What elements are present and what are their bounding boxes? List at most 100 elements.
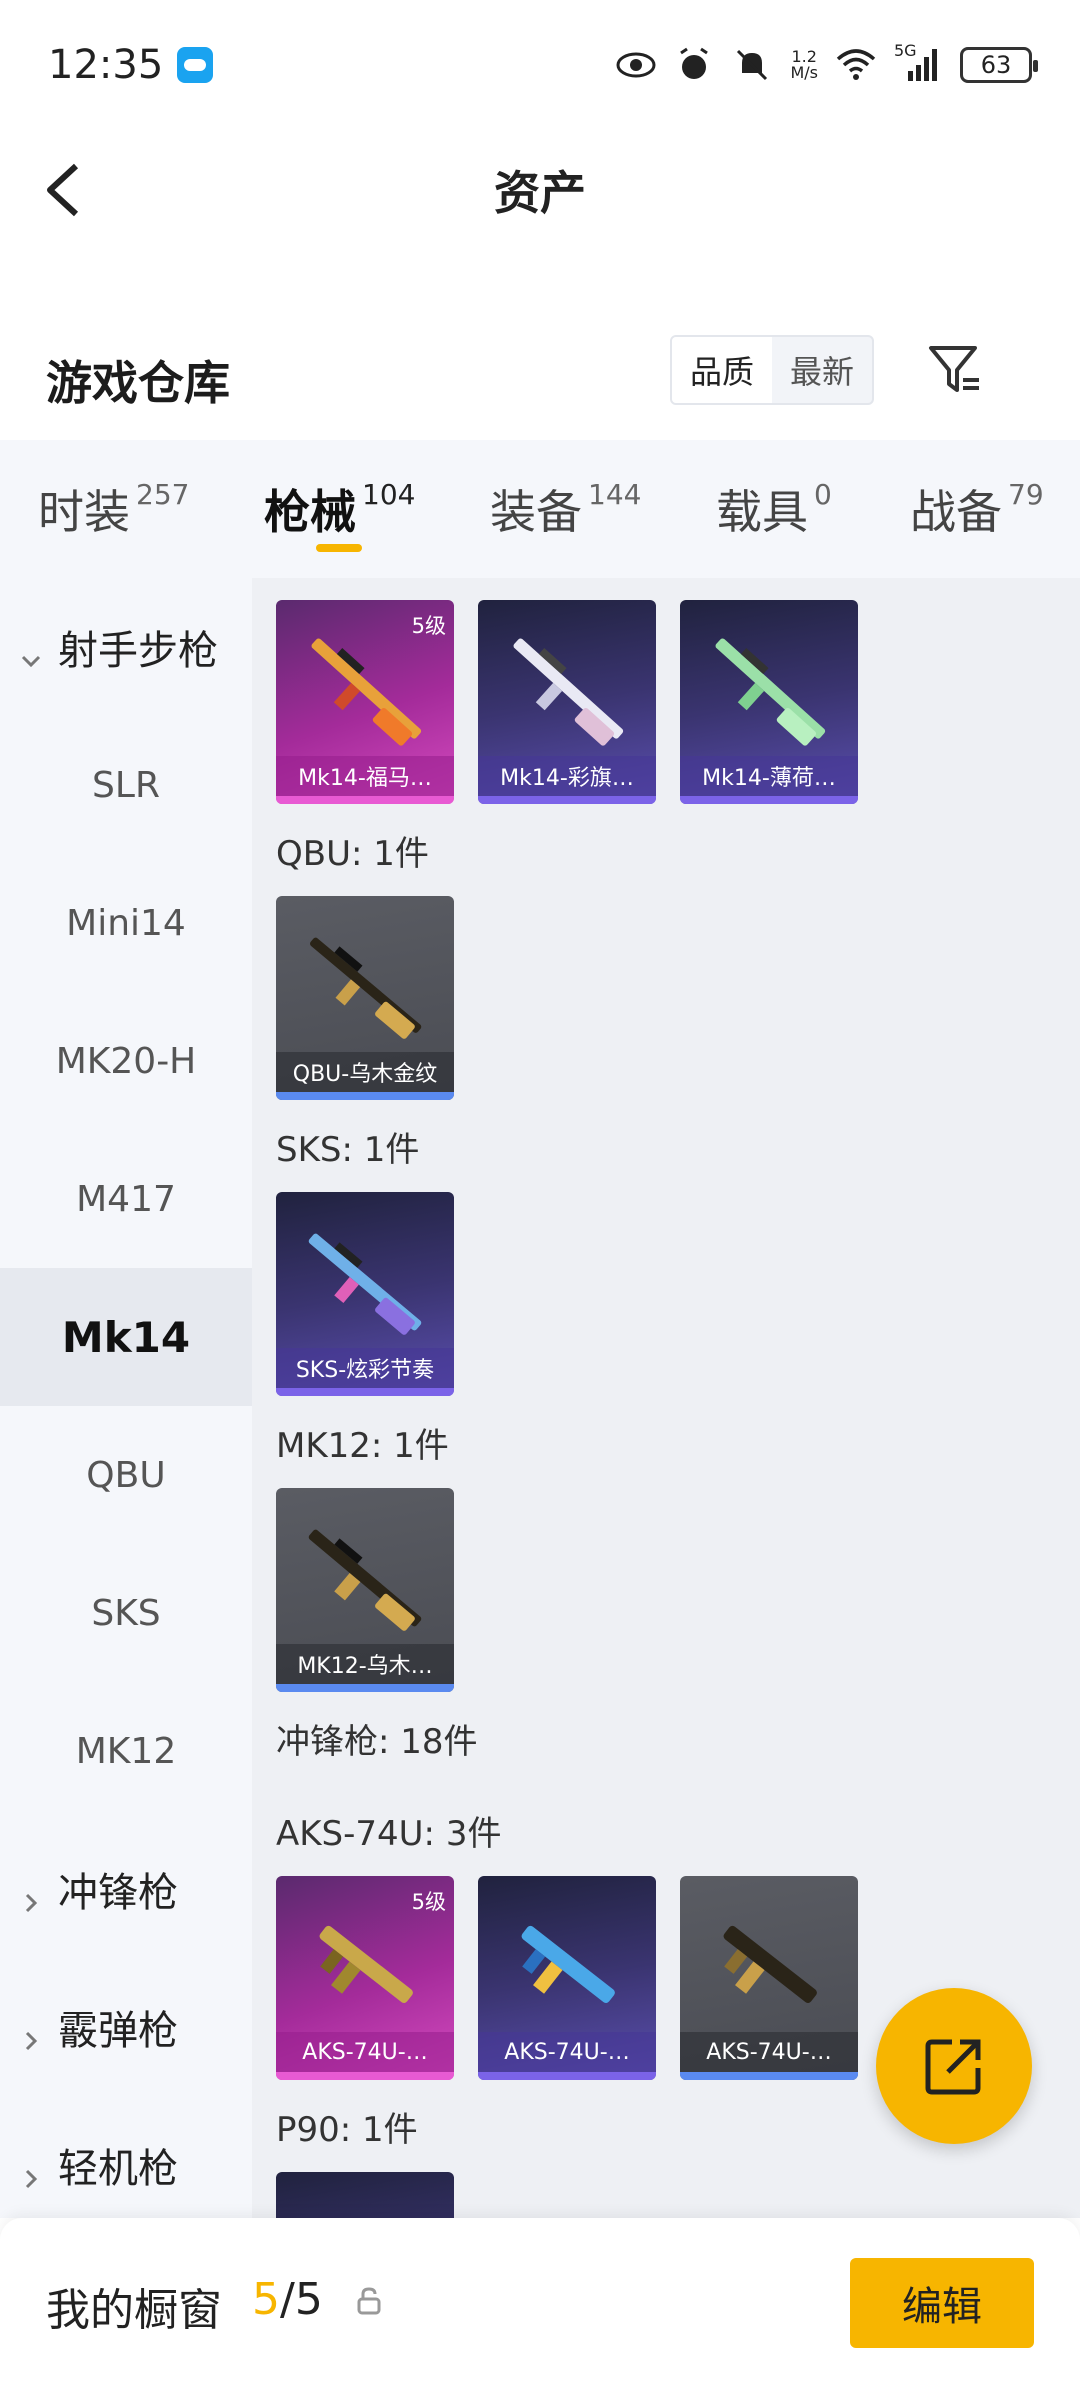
showcase-separator: / [280, 2274, 295, 2325]
tab-equipment[interactable]: 装备 144 [490, 476, 641, 542]
sidebar-item-slr[interactable]: SLR [0, 716, 252, 854]
weapon-name: AKS-74U-… [478, 2032, 656, 2072]
rifle-icon [311, 638, 422, 746]
title-bar: 资产 [0, 130, 1080, 250]
weapon-card[interactable]: 5级 AKS-74U-… [276, 1876, 454, 2080]
rifle-icon [513, 638, 624, 746]
net-speed-unit: M/s [790, 63, 818, 82]
smg-icon [723, 1925, 817, 2003]
rifle-icon [715, 638, 826, 746]
sidebar-label: 轻机枪 [58, 2146, 178, 2192]
sidebar-group-shotgun[interactable]: 霰弹枪 [0, 1958, 252, 2096]
filter-icon[interactable] [925, 340, 985, 400]
tab-label: 时装 [38, 485, 130, 539]
chevron-right-icon [20, 2016, 42, 2051]
sidebar-item-mini14[interactable]: Mini14 [0, 854, 252, 992]
network-type: 5G [894, 41, 917, 60]
wifi-icon [836, 47, 876, 83]
battery-level: 63 [980, 51, 1012, 79]
share-button[interactable] [876, 1988, 1032, 2144]
smg-icon [319, 1925, 413, 2003]
showcase-bar: 我的橱窗 5/5 编辑 [0, 2218, 1080, 2382]
active-tab-indicator [316, 544, 362, 552]
weapon-category-sidebar: 射手步枪 SLR Mini14 MK20-H M417 Mk14 QBU SKS… [0, 578, 252, 2218]
sidebar-item-mk12[interactable]: MK12 [0, 1682, 252, 1820]
back-arrow-icon[interactable] [40, 160, 90, 220]
weapon-name: AKS-74U-… [680, 2032, 858, 2072]
weapon-card[interactable]: AKS-74U-… [680, 1876, 858, 2080]
weapon-card[interactable]: QBU-乌木金纹 [276, 896, 454, 1100]
chevron-right-icon [20, 1878, 42, 1913]
weapon-name: AKS-74U-… [276, 2032, 454, 2072]
status-time: 12:35 [48, 42, 164, 88]
sidebar-group-smg[interactable]: 冲锋枪 [0, 1820, 252, 1958]
weapon-name: QBU-乌木金纹 [276, 1052, 454, 1092]
rifle-icon [308, 1529, 422, 1631]
weapon-card[interactable]: MK12-乌木… [276, 1488, 454, 1692]
lock-icon [356, 2286, 382, 2316]
sort-toggle: 品质 最新 [670, 335, 874, 405]
level-badge: 5级 [411, 614, 446, 638]
weapon-name: MK12-乌木… [276, 1644, 454, 1684]
status-bar: 12:35 1.2 M/s 5G 63 [0, 0, 1080, 130]
sidebar-group-marksman[interactable]: 射手步枪 [0, 578, 252, 716]
tab-supplies[interactable]: 战备 79 [910, 476, 1044, 542]
tab-count: 257 [136, 478, 190, 511]
tab-label: 装备 [490, 485, 582, 539]
weapon-card[interactable] [276, 2172, 454, 2218]
sidebar-label: 冲锋枪 [58, 1870, 178, 1916]
section-label-mk12: MK12: 1件 [276, 1426, 449, 1466]
showcase-count: 5/5 [252, 2274, 323, 2325]
tab-count: 104 [362, 478, 416, 511]
tab-label: 载具 [716, 485, 808, 539]
showcase-label: 我的橱窗 [46, 2285, 222, 2336]
sort-quality-button[interactable]: 品质 [672, 337, 772, 403]
weapon-name: Mk14-彩旗… [478, 756, 656, 796]
weapon-name: Mk14-福马… [276, 756, 454, 796]
tab-count: 79 [1008, 478, 1044, 511]
weapon-name: SKS-炫彩节奏 [276, 1348, 454, 1388]
weapon-card[interactable]: SKS-炫彩节奏 [276, 1192, 454, 1396]
mute-icon [732, 47, 772, 83]
weapon-card[interactable]: Mk14-彩旗… [478, 600, 656, 804]
sidebar-item-qbu[interactable]: QBU [0, 1406, 252, 1544]
tab-outfits[interactable]: 时装 257 [38, 476, 189, 542]
alarm-icon [674, 47, 714, 83]
edit-button[interactable]: 编辑 [850, 2258, 1034, 2348]
tab-label: 枪械 [264, 485, 356, 539]
showcase-total: 5 [294, 2274, 323, 2325]
rifle-icon [310, 937, 422, 1039]
category-tabs: 时装 257 枪械 104 装备 144 载具 0 战备 79 [0, 440, 1080, 578]
tab-firearms[interactable]: 枪械 104 [264, 476, 415, 542]
cloud-app-icon [177, 47, 214, 83]
sidebar-item-m417[interactable]: M417 [0, 1130, 252, 1268]
sort-newest-button[interactable]: 最新 [772, 337, 872, 403]
section-label-qbu: QBU: 1件 [276, 834, 429, 874]
weapon-card[interactable]: AKS-74U-… [478, 1876, 656, 2080]
warehouse-title: 游戏仓库 [46, 356, 230, 410]
share-icon [925, 2039, 981, 2095]
signal-icon: 5G [894, 41, 942, 83]
sidebar-item-sks[interactable]: SKS [0, 1544, 252, 1682]
tab-vehicles[interactable]: 载具 0 [716, 476, 832, 542]
sidebar-item-mk14[interactable]: Mk14 [0, 1268, 252, 1406]
eye-icon [616, 47, 656, 83]
tab-count: 144 [588, 478, 642, 511]
section-label-p90: P90: 1件 [276, 2110, 418, 2150]
sidebar-group-lmg[interactable]: 轻机枪 [0, 2096, 252, 2234]
tab-label: 战备 [910, 485, 1002, 539]
sidebar-label: 霰弹枪 [58, 2008, 178, 2054]
weapon-card[interactable]: Mk14-薄荷… [680, 600, 858, 804]
smg-icon [521, 1925, 615, 2003]
showcase-current: 5 [252, 2274, 280, 2325]
sidebar-label: 射手步枪 [58, 628, 218, 674]
tab-count: 0 [814, 478, 832, 511]
status-icons: 1.2 M/s 5G 63 [616, 41, 1038, 83]
weapon-card[interactable]: 5级 Mk14-福马… [276, 600, 454, 804]
rifle-icon [308, 1233, 422, 1335]
chevron-down-icon [20, 636, 42, 668]
warehouse-header: 游戏仓库 品质 最新 [0, 320, 1080, 440]
sidebar-item-mk20h[interactable]: MK20-H [0, 992, 252, 1130]
page-title: 资产 [494, 166, 586, 220]
net-speed: 1.2 M/s [790, 49, 818, 81]
